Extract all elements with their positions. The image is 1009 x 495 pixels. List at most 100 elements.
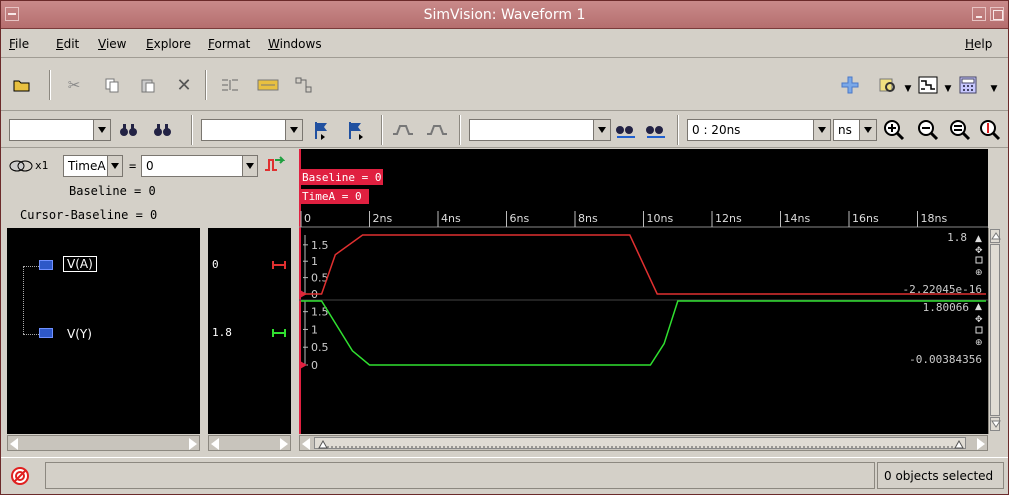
menu-file[interactable]: File [9, 37, 29, 51]
scroll-right-icon[interactable] [280, 438, 288, 450]
trace-a-scroll-up-icon[interactable]: ▲ [975, 234, 982, 244]
signal-y-yaxis: 1.510.50 [300, 301, 329, 372]
signal-value-y: 1.8 [212, 326, 232, 339]
trace-y-zoom-icon[interactable]: ⊕ [975, 338, 983, 348]
trace-a-pan-icon[interactable]: ✥ [975, 246, 983, 256]
waveform-horizontal-scrollbar[interactable] [299, 435, 988, 451]
copy-icon[interactable] [101, 74, 123, 96]
send-to-register-icon[interactable] [257, 74, 279, 96]
go-to-cursor-icon[interactable] [263, 153, 285, 175]
menu-explore[interactable]: Explore [146, 37, 191, 51]
stop-target-icon[interactable] [9, 465, 31, 487]
schematic-tracer-icon[interactable] [917, 74, 939, 96]
cursor-value-dropdown[interactable] [242, 155, 258, 177]
time-tick-label: 10ns [647, 212, 674, 225]
time-unit-dropdown[interactable] [859, 119, 877, 141]
cursor-name-select[interactable]: TimeA [63, 155, 109, 177]
scroll-thumb[interactable] [990, 244, 1000, 416]
signal-combo-dropdown[interactable] [285, 119, 303, 141]
search-backward-binoculars-icon[interactable] [119, 119, 141, 141]
cursor-search-input[interactable] [469, 119, 593, 141]
yaxis-tick-label: 1.5 [311, 239, 329, 252]
time-ticks: 0 2ns 4ns 6ns 8ns 10ns 12ns 14ns 16ns 18ns [300, 211, 947, 227]
selection-count: 0 objects selected [877, 462, 1004, 489]
signal-name-y[interactable]: V(Y) [67, 327, 92, 341]
previous-transition-icon[interactable] [391, 119, 413, 141]
time-tick-label: 14ns [784, 212, 811, 225]
zoom-in-icon[interactable] [883, 119, 905, 141]
zoom-out-icon[interactable] [917, 119, 939, 141]
open-folder-icon[interactable] [11, 74, 33, 96]
probe-icon[interactable] [877, 74, 899, 96]
time-range-input[interactable]: 0 : 20ns [687, 119, 813, 141]
send-to-design-browser-icon[interactable] [293, 74, 315, 96]
signal-a-trace[interactable] [301, 234, 986, 295]
signal-a-min-label: -2.22045e-16 [903, 283, 982, 296]
time-tick-label: 6ns [510, 212, 530, 225]
search-forward-binoculars-icon[interactable] [153, 119, 175, 141]
title-bar[interactable]: SimVision: Waveform 1 [1, 1, 1008, 29]
time-tick-label: 12ns [715, 212, 742, 225]
scroll-right-icon[interactable] [189, 438, 197, 450]
time-tick-label: 4ns [441, 212, 461, 225]
signal-name-a[interactable]: V(A) [63, 256, 97, 272]
search-combo-input[interactable] [9, 119, 93, 141]
trace-y-fit-icon[interactable] [975, 326, 983, 334]
next-edge-flag-icon[interactable] [345, 119, 367, 141]
cursor-value-input[interactable]: 0 [141, 155, 243, 177]
waveform-scroll-thumb[interactable] [314, 437, 966, 449]
equals-label: = [129, 159, 137, 173]
trace-y-pan-icon[interactable]: ✥ [975, 315, 983, 325]
send-to-schematic-icon[interactable] [219, 74, 241, 96]
probe-dropdown-icon[interactable]: ▼ [897, 78, 919, 100]
signal-combo-input[interactable] [201, 119, 285, 141]
search-combo-dropdown[interactable] [93, 119, 111, 141]
add-signal-icon[interactable] [839, 74, 861, 96]
previous-edge-flag-icon[interactable] [311, 119, 333, 141]
minimize-button[interactable] [972, 7, 986, 21]
cursor-search-dropdown[interactable] [593, 119, 611, 141]
trace-a-zoom-icon[interactable]: ⊕ [975, 268, 983, 278]
signal-value-panel: 0 1.8 [208, 228, 291, 434]
scroll-left-icon[interactable] [302, 438, 310, 450]
trace-y-scroll-up-icon[interactable]: ▲ [975, 302, 982, 312]
scroll-left-icon[interactable] [211, 438, 219, 450]
cut-icon[interactable]: ✂ [63, 74, 85, 96]
tracer-dropdown-icon[interactable]: ▼ [937, 78, 959, 100]
delete-icon[interactable]: ✕ [173, 74, 195, 96]
value-horizontal-scrollbar[interactable] [208, 435, 291, 451]
menu-view[interactable]: View [98, 37, 126, 51]
signal-y-min-label: -0.00384356 [909, 353, 982, 366]
scroll-right-icon[interactable] [977, 438, 985, 450]
cursor-link-icon[interactable] [7, 155, 35, 177]
time-tick-label: 16ns [852, 212, 879, 225]
time-unit-select[interactable]: ns [833, 119, 861, 141]
maximize-button[interactable] [990, 7, 1004, 21]
next-transition-icon[interactable] [425, 119, 447, 141]
signal-horizontal-scrollbar[interactable] [7, 435, 200, 451]
scroll-left-icon[interactable] [10, 438, 18, 450]
zoom-full-icon[interactable] [949, 119, 971, 141]
scroll-down-button[interactable] [990, 417, 1001, 431]
waveform-vertical-scrollbar[interactable] [988, 228, 1001, 434]
zoom-cursor-icon[interactable] [979, 119, 1001, 141]
time-range-dropdown[interactable] [813, 119, 831, 141]
signal-y-trace[interactable] [301, 300, 986, 366]
menu-help[interactable]: Help [965, 37, 992, 51]
menu-edit[interactable]: Edit [56, 37, 79, 51]
paste-icon[interactable] [137, 74, 159, 96]
signal-value-a: 0 [212, 258, 219, 271]
menu-windows[interactable]: Windows [268, 37, 322, 51]
find-next-binoculars-icon[interactable] [645, 119, 667, 141]
calculator-dropdown-icon[interactable]: ▼ [983, 78, 1005, 100]
cursor-name-dropdown[interactable] [107, 155, 123, 177]
menu-format[interactable]: Format [208, 37, 250, 51]
find-previous-binoculars-icon[interactable] [615, 119, 637, 141]
waveform-canvas[interactable]: Baseline = 0 TimeA = 0 0 2ns 4ns 6ns 8ns 10ns… [299, 149, 988, 434]
scroll-up-button[interactable] [990, 229, 1001, 243]
signal-name-panel: V(A) V(Y) [7, 228, 200, 434]
trace-a-fit-icon[interactable] [975, 256, 983, 264]
toolbar-separator [191, 115, 193, 145]
toolbar-separator [677, 115, 679, 145]
calculator-icon[interactable] [957, 74, 979, 96]
